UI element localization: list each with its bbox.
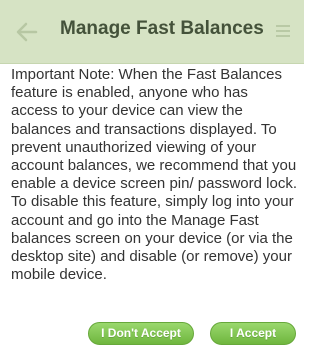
page-title: Manage Fast Balances bbox=[60, 18, 264, 39]
menu-button[interactable] bbox=[276, 23, 294, 41]
hamburger-menu-icon bbox=[276, 25, 290, 27]
back-button[interactable] bbox=[14, 20, 40, 44]
dont-accept-button[interactable]: I Don't Accept bbox=[88, 322, 194, 345]
header-bar: Manage Fast Balances bbox=[0, 0, 304, 64]
important-note-text: Important Note: When the Fast Balances f… bbox=[11, 66, 297, 284]
accept-button[interactable]: I Accept bbox=[210, 322, 296, 345]
hamburger-menu-icon-line bbox=[276, 30, 290, 32]
fast-balances-screen: Manage Fast Balances Important Note: Whe… bbox=[0, 0, 304, 349]
hamburger-menu-icon-line bbox=[276, 35, 290, 37]
arrow-left-icon bbox=[16, 22, 38, 42]
